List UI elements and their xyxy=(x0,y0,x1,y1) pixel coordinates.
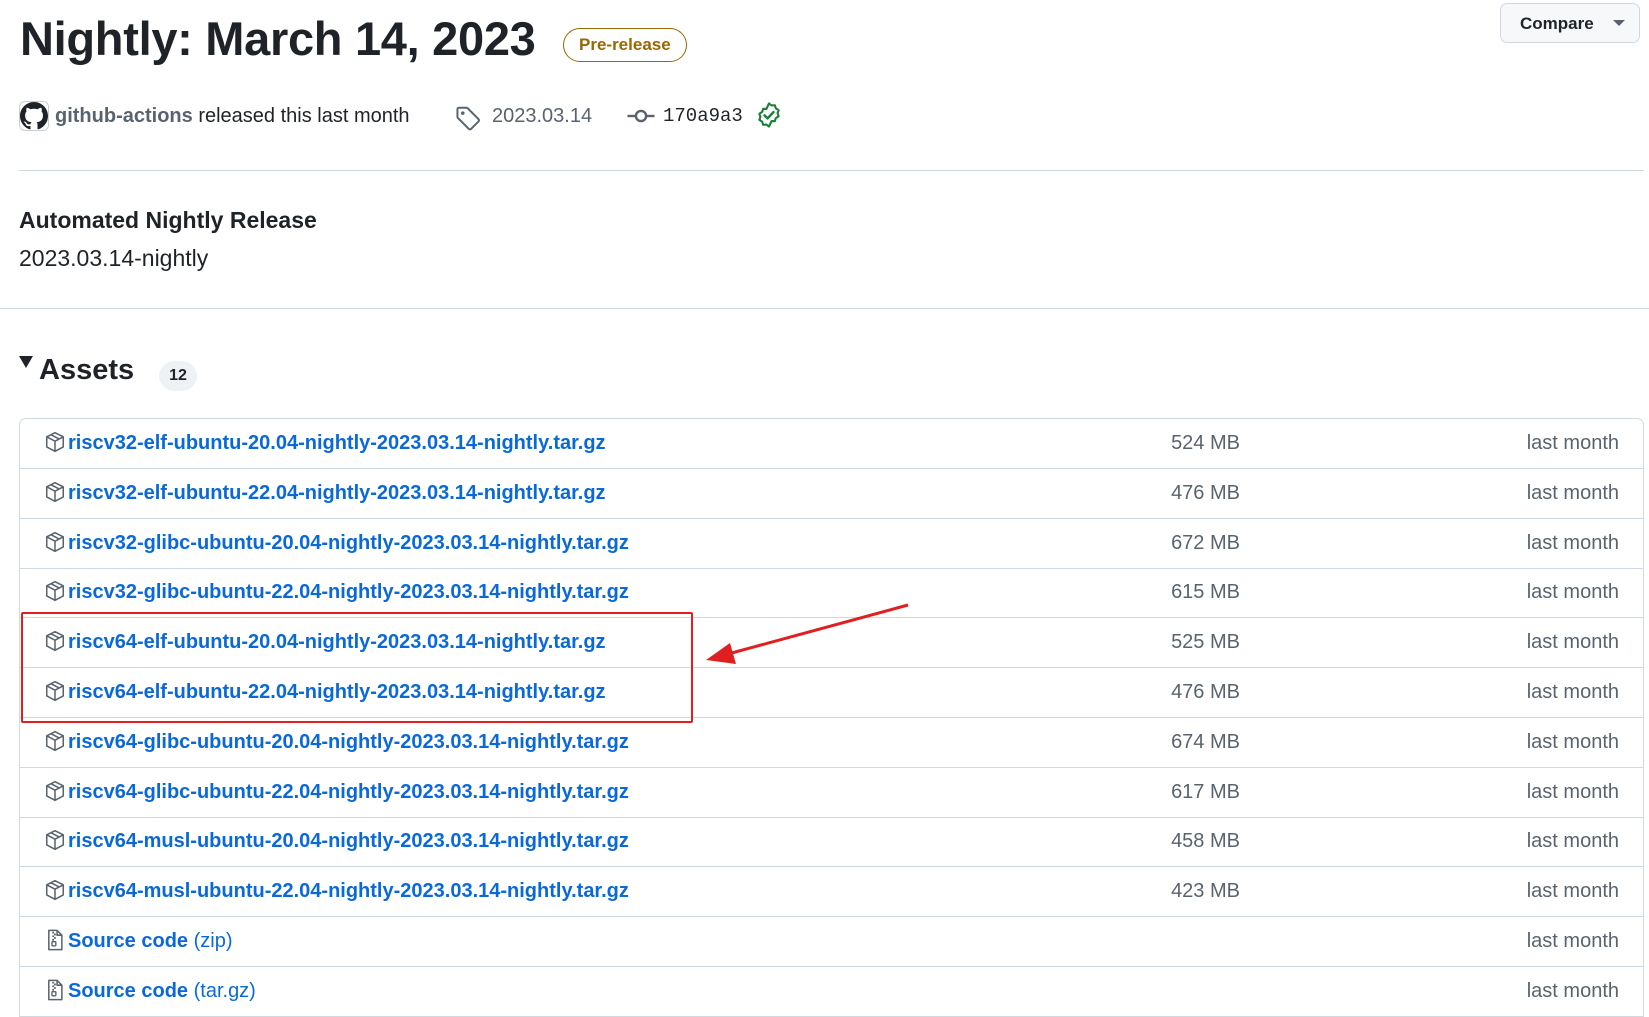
asset-size: 525 MB xyxy=(1171,631,1240,654)
asset-date: last month xyxy=(1526,581,1619,604)
asset-size: 524 MB xyxy=(1171,432,1240,454)
chevron-down-icon xyxy=(1613,20,1625,26)
asset-download-link[interactable]: riscv64-musl-ubuntu-22.04-nightly-2023.0… xyxy=(68,880,629,903)
asset-row: riscv32-glibc-ubuntu-22.04-nightly-2023.… xyxy=(20,568,1643,619)
source-code-link[interactable]: Source code (zip) xyxy=(68,930,233,953)
compare-button-label: Compare xyxy=(1520,14,1594,33)
asset-row: riscv32-glibc-ubuntu-20.04-nightly-2023.… xyxy=(20,519,1643,569)
release-body-heading: Automated Nightly Release xyxy=(19,207,317,233)
asset-row: riscv64-glibc-ubuntu-22.04-nightly-2023.… xyxy=(20,768,1643,818)
asset-date: last month xyxy=(1526,880,1619,903)
github-mark-icon[interactable] xyxy=(19,101,49,131)
release-body-text: 2023.03.14-nightly xyxy=(19,245,209,271)
asset-row: Source code (tar.gz) last month xyxy=(20,967,1643,1017)
package-icon xyxy=(44,531,66,555)
asset-row: riscv64-elf-ubuntu-20.04-nightly-2023.03… xyxy=(20,618,1643,669)
package-icon xyxy=(44,481,66,505)
prerelease-badge: Pre-release xyxy=(563,28,687,62)
release-title[interactable]: Nightly: March 14, 2023 xyxy=(20,8,536,70)
asset-size: 476 MB xyxy=(1171,681,1240,703)
asset-date: last month xyxy=(1526,930,1619,952)
asset-download-link[interactable]: riscv64-musl-ubuntu-20.04-nightly-2023.0… xyxy=(68,830,629,853)
asset-date: last month xyxy=(1526,681,1619,703)
asset-row: Source code (zip) last month xyxy=(20,917,1643,967)
release-author-line: github-actions released this last month xyxy=(55,100,410,132)
asset-download-link[interactable]: riscv64-elf-ubuntu-20.04-nightly-2023.03… xyxy=(68,631,606,654)
asset-date: last month xyxy=(1526,979,1619,1002)
asset-size: 476 MB xyxy=(1171,481,1240,504)
divider xyxy=(0,308,1649,309)
source-code-format: (zip) xyxy=(193,930,233,952)
asset-size: 672 MB xyxy=(1171,531,1240,554)
author-link[interactable]: github-actions xyxy=(55,105,193,127)
asset-size: 458 MB xyxy=(1171,830,1240,853)
file-zip-icon xyxy=(44,929,66,953)
assets-list: riscv32-elf-ubuntu-20.04-nightly-2023.03… xyxy=(19,418,1644,1017)
source-code-link[interactable]: Source code (tar.gz) xyxy=(68,980,256,1003)
asset-date: last month xyxy=(1526,531,1619,554)
asset-date: last month xyxy=(1526,432,1619,454)
package-icon xyxy=(44,879,66,903)
asset-download-link[interactable]: riscv32-elf-ubuntu-22.04-nightly-2023.03… xyxy=(68,482,606,505)
asset-size: 617 MB xyxy=(1171,780,1240,803)
asset-date: last month xyxy=(1526,631,1619,654)
asset-download-link[interactable]: riscv32-elf-ubuntu-20.04-nightly-2023.03… xyxy=(68,432,606,455)
git-commit-icon xyxy=(627,109,655,123)
package-icon xyxy=(44,829,66,853)
commit-link[interactable]: 170a9a3 xyxy=(663,100,743,132)
asset-date: last month xyxy=(1526,730,1619,753)
assets-title[interactable]: Assets xyxy=(39,351,134,389)
asset-row: riscv32-elf-ubuntu-22.04-nightly-2023.03… xyxy=(20,469,1643,519)
package-icon xyxy=(44,431,66,455)
asset-download-link[interactable]: riscv32-glibc-ubuntu-22.04-nightly-2023.… xyxy=(68,581,629,604)
asset-download-link[interactable]: riscv64-elf-ubuntu-22.04-nightly-2023.03… xyxy=(68,681,606,704)
assets-count-badge: 12 xyxy=(159,361,197,391)
verified-check-icon[interactable] xyxy=(756,102,782,128)
triangle-down-icon[interactable] xyxy=(19,356,33,368)
released-text: released this last month xyxy=(198,105,410,127)
compare-button[interactable]: Compare xyxy=(1500,3,1640,43)
asset-size: 615 MB xyxy=(1171,581,1240,604)
asset-download-link[interactable]: riscv32-glibc-ubuntu-20.04-nightly-2023.… xyxy=(68,532,629,555)
package-icon xyxy=(44,780,66,804)
package-icon xyxy=(44,730,66,754)
asset-size: 423 MB xyxy=(1171,880,1240,903)
divider xyxy=(19,170,1644,171)
asset-download-link[interactable]: riscv64-glibc-ubuntu-20.04-nightly-2023.… xyxy=(68,731,629,754)
asset-size: 674 MB xyxy=(1171,730,1240,753)
asset-date: last month xyxy=(1526,481,1619,504)
tag-icon xyxy=(456,106,481,131)
package-icon xyxy=(44,580,66,604)
asset-date: last month xyxy=(1526,830,1619,853)
asset-row: riscv64-musl-ubuntu-22.04-nightly-2023.0… xyxy=(20,867,1643,918)
source-code-label: Source code xyxy=(68,930,189,952)
asset-row: riscv32-elf-ubuntu-20.04-nightly-2023.03… xyxy=(20,419,1643,469)
source-code-label: Source code xyxy=(68,979,189,1002)
file-zip-icon xyxy=(44,979,66,1003)
asset-row: riscv64-glibc-ubuntu-20.04-nightly-2023.… xyxy=(20,718,1643,768)
asset-row: riscv64-musl-ubuntu-20.04-nightly-2023.0… xyxy=(20,817,1643,868)
asset-row: riscv64-elf-ubuntu-22.04-nightly-2023.03… xyxy=(20,668,1643,718)
source-code-format: (tar.gz) xyxy=(193,979,256,1002)
package-icon xyxy=(44,630,66,654)
package-icon xyxy=(44,680,66,704)
asset-download-link[interactable]: riscv64-glibc-ubuntu-22.04-nightly-2023.… xyxy=(68,781,629,804)
tag-link[interactable]: 2023.03.14 xyxy=(492,100,592,132)
asset-date: last month xyxy=(1526,780,1619,803)
release-page: Nightly: March 14, 2023 Pre-release Comp… xyxy=(0,0,1649,1017)
